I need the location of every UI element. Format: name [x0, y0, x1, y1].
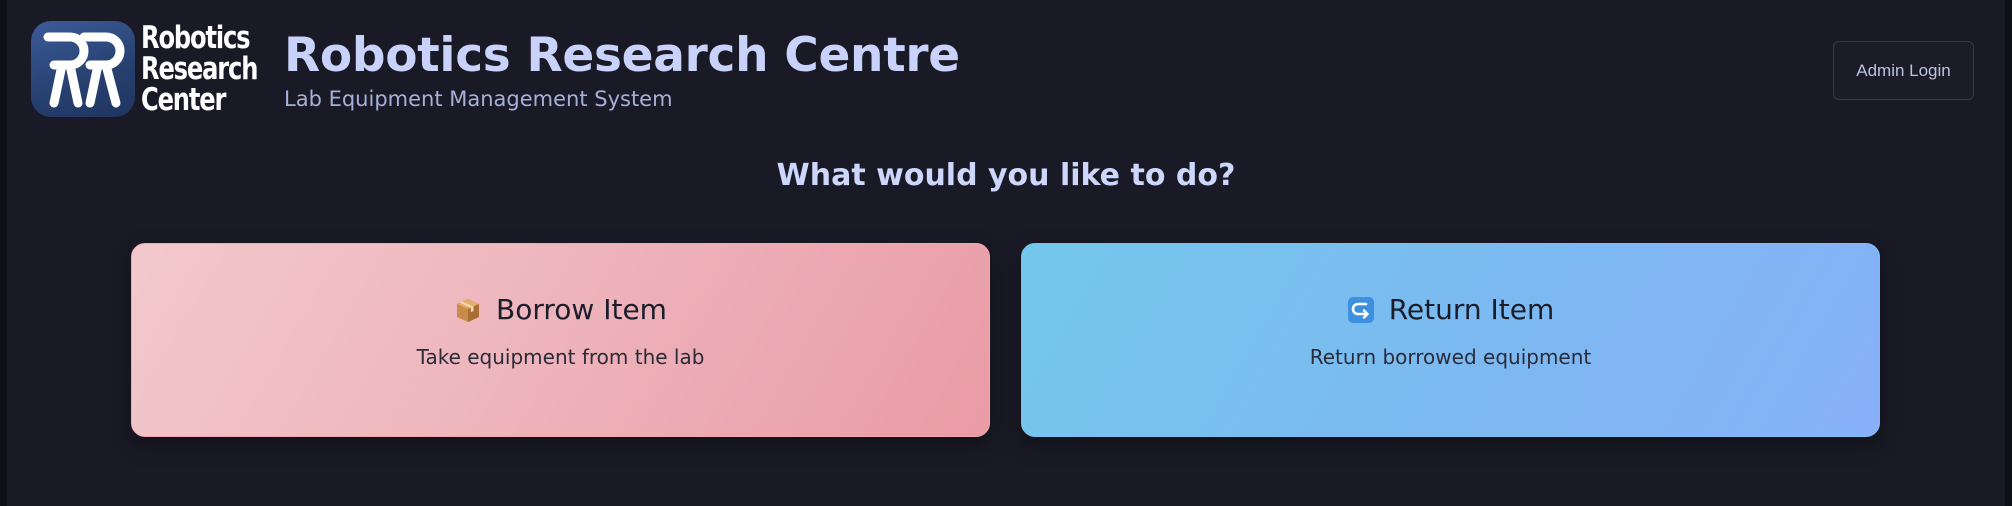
- logo-text-line: Center: [141, 81, 226, 118]
- return-item-card[interactable]: Return Item Return borrowed equipment: [1021, 243, 1880, 437]
- logo-text-line: Robotics: [141, 19, 251, 56]
- borrow-item-title: Borrow Item: [454, 292, 667, 328]
- borrow-item-card[interactable]: Borrow Item Take equipment from the lab: [131, 243, 990, 437]
- logo-text-line: Research: [141, 50, 258, 87]
- title-block: Robotics Research Centre Lab Equipment M…: [284, 28, 960, 114]
- return-item-title: Return Item: [1347, 292, 1555, 328]
- app-title: Robotics Research Centre: [284, 28, 960, 83]
- action-prompt: What would you like to do?: [776, 158, 1236, 193]
- return-item-label: Return Item: [1388, 293, 1555, 326]
- app-subtitle: Lab Equipment Management System: [284, 87, 673, 111]
- app-header: Robotics Research Center Robotics Resear…: [7, 0, 2005, 140]
- logo-monogram-icon: [31, 21, 135, 117]
- borrow-item-label: Borrow Item: [496, 293, 667, 326]
- return-item-description: Return borrowed equipment: [1309, 345, 1592, 369]
- package-icon: [454, 296, 482, 324]
- logo-wordmark: Robotics Research Center: [141, 19, 258, 118]
- logo: Robotics Research Center: [31, 20, 266, 118]
- borrow-item-description: Take equipment from the lab: [416, 345, 705, 369]
- admin-login-button[interactable]: Admin Login: [1833, 41, 1974, 100]
- return-arrow-icon: [1347, 296, 1375, 324]
- app-frame: Robotics Research Center Robotics Resear…: [7, 0, 2005, 506]
